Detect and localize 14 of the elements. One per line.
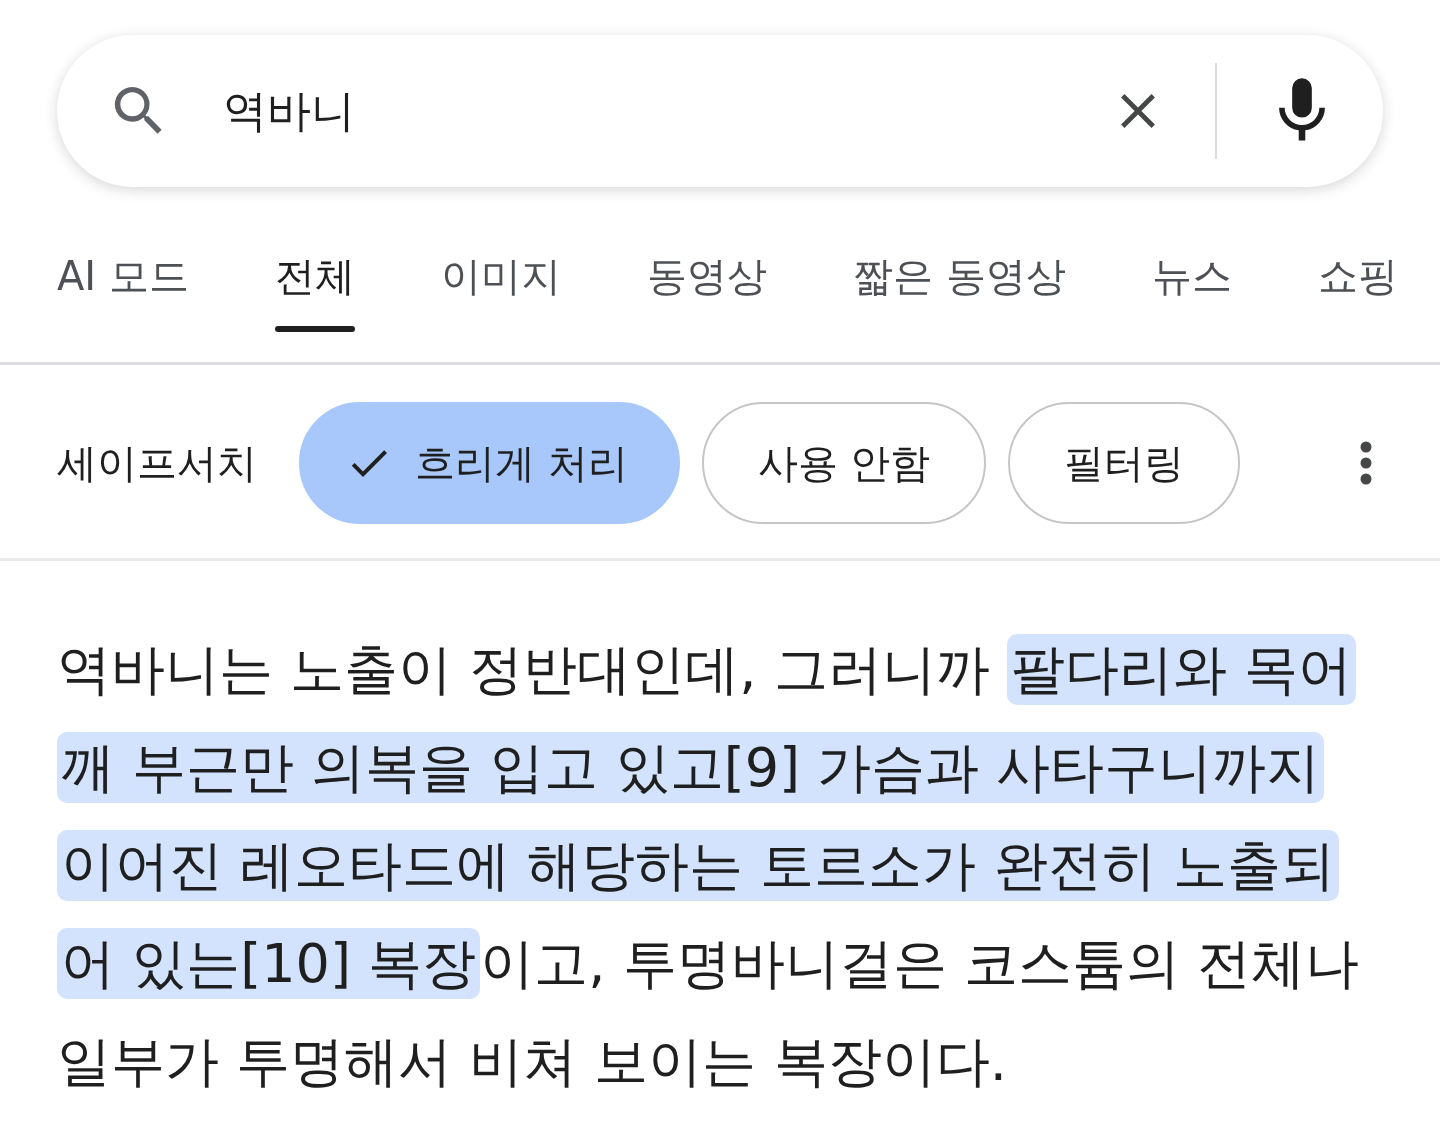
search-query[interactable]: 역바니 [223, 81, 1109, 141]
tab[interactable]: 전체 [274, 231, 355, 362]
tab[interactable]: 뉴스 [1151, 231, 1232, 362]
more-options-icon[interactable] [1359, 441, 1373, 485]
tab[interactable]: 동영상 [646, 231, 767, 362]
filter-chip[interactable]: 흐리게 처리 [299, 402, 680, 524]
tab[interactable]: 이미지 [440, 231, 561, 362]
filter-chip[interactable]: 필터링 [1008, 402, 1241, 524]
filter-chip[interactable]: 사용 안함 [701, 402, 987, 524]
tab[interactable]: 짧은 동영상 [852, 231, 1066, 362]
safesearch-label: 세이프서치 [57, 438, 257, 488]
tab[interactable]: 쇼핑 [1317, 231, 1398, 362]
search-bar[interactable]: 역바니 [57, 35, 1383, 187]
tab[interactable]: AI 모드 [57, 231, 189, 362]
